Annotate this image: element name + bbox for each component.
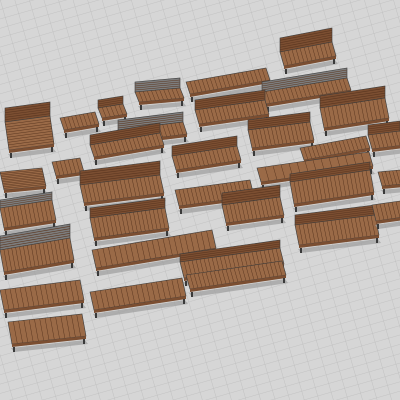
bench-leg bbox=[333, 59, 335, 64]
bench-leg bbox=[376, 238, 378, 243]
bench bbox=[221, 184, 286, 231]
bench-leg bbox=[13, 347, 15, 352]
bench-collection-render bbox=[0, 0, 400, 400]
bench-leg bbox=[191, 292, 193, 297]
bench-leg bbox=[383, 189, 385, 194]
bench-leg bbox=[95, 160, 97, 165]
bench-leg bbox=[51, 147, 53, 152]
bench-leg bbox=[65, 133, 67, 138]
bench-leg bbox=[96, 127, 98, 132]
bench-leg bbox=[5, 313, 7, 318]
bench-leg bbox=[85, 206, 87, 211]
bench-leg bbox=[5, 193, 7, 198]
bench-leg bbox=[371, 195, 373, 200]
bench-leg bbox=[281, 218, 283, 223]
bench-leg bbox=[5, 275, 7, 280]
bench-leg bbox=[253, 151, 255, 156]
bench-leg bbox=[161, 148, 163, 153]
bench bbox=[4, 101, 56, 158]
bench bbox=[367, 120, 400, 157]
bench-leg bbox=[191, 97, 193, 102]
bench-leg bbox=[57, 179, 59, 184]
bench-leg bbox=[10, 153, 12, 158]
bench-leg bbox=[83, 339, 85, 344]
bench-leg bbox=[200, 127, 202, 132]
bench-leg bbox=[184, 137, 186, 142]
bench-leg bbox=[177, 173, 179, 178]
bench-leg bbox=[166, 231, 168, 236]
bench-leg bbox=[325, 131, 327, 136]
bench-leg bbox=[227, 226, 229, 231]
bench-leg bbox=[238, 163, 240, 168]
bench-leg bbox=[95, 241, 97, 246]
bench-leg bbox=[140, 105, 142, 110]
bench-leg bbox=[185, 281, 187, 286]
bench-leg bbox=[95, 313, 97, 318]
bench-leg bbox=[183, 299, 185, 304]
bench-leg bbox=[97, 271, 99, 276]
render-canvas bbox=[0, 0, 400, 400]
bench-leg bbox=[300, 248, 302, 253]
bench-leg bbox=[181, 101, 183, 106]
bench-leg bbox=[377, 224, 379, 229]
bench-leg bbox=[71, 263, 73, 268]
bench-leg bbox=[373, 152, 375, 157]
bench-leg bbox=[81, 303, 83, 308]
bench-leg bbox=[283, 278, 285, 283]
bench-leg bbox=[285, 69, 287, 74]
bench-leg bbox=[295, 207, 297, 212]
bench-leg bbox=[103, 121, 105, 126]
bench-leg bbox=[180, 209, 182, 214]
